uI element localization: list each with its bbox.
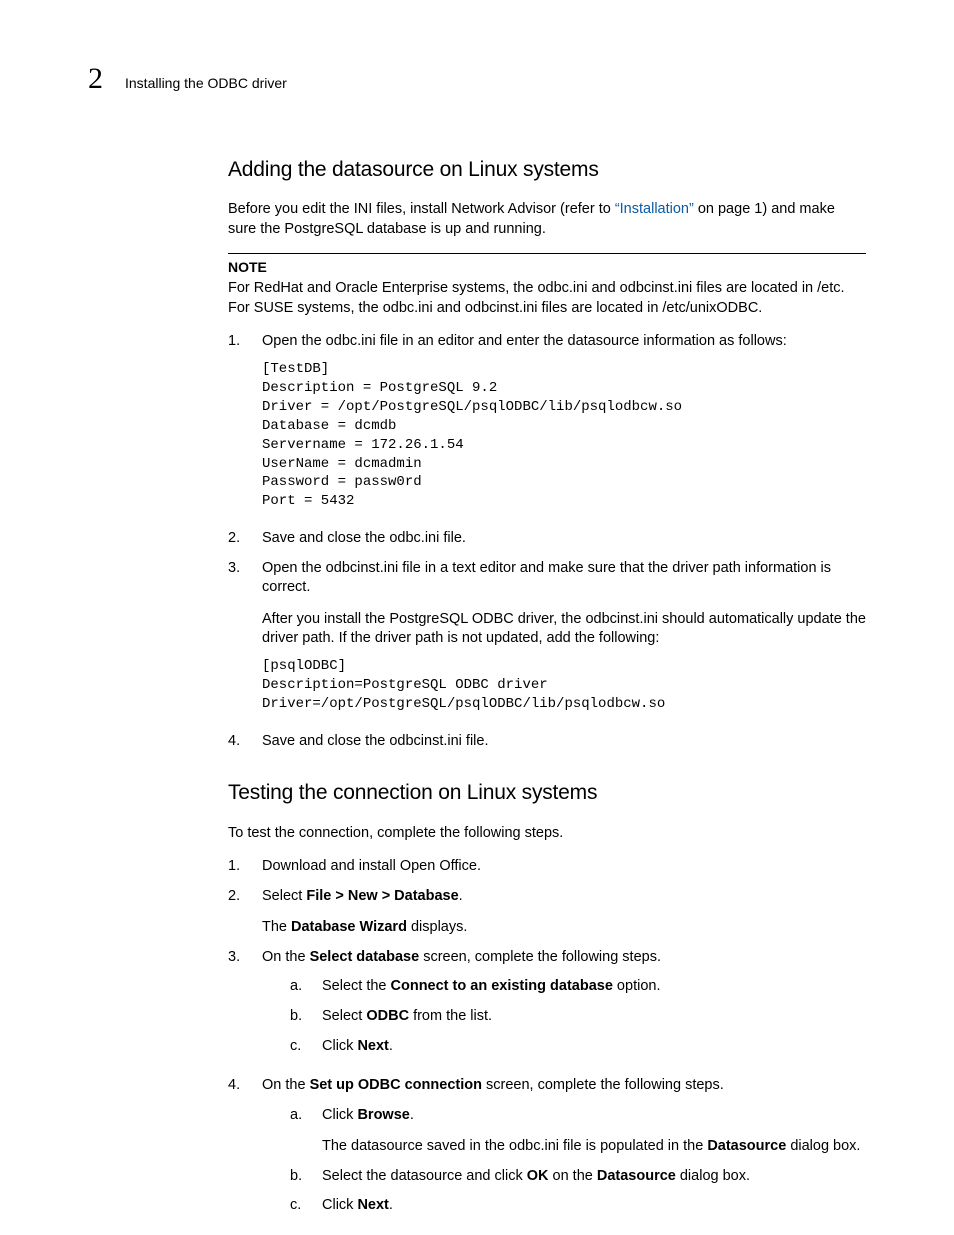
list-item: b. Select the datasource and click OK on… — [290, 1167, 866, 1187]
code-block-odbc-ini: [TestDB] Description = PostgreSQL 9.2 Dr… — [262, 360, 866, 511]
list-item: 2. Select File > New > Database. The Dat… — [228, 887, 866, 938]
text: dialog box. — [676, 1168, 750, 1184]
text: screen, complete the following steps. — [482, 1077, 724, 1093]
list-item: 4. On the Set up ODBC connection screen,… — [228, 1076, 866, 1226]
text: Click — [322, 1197, 357, 1213]
text: On the — [262, 1077, 310, 1093]
step-number: 4. — [228, 732, 248, 752]
running-header: 2 Installing the ODBC driver — [88, 62, 866, 96]
list-item: a. Select the Connect to an existing dat… — [290, 977, 866, 997]
step-text: Save and close the odbcinst.ini file. — [262, 733, 489, 749]
text: Before you edit the INI files, install N… — [228, 201, 615, 217]
text: . — [410, 1107, 414, 1123]
list-item: a. Click Browse. The datasource saved in… — [290, 1106, 866, 1157]
text: displays. — [407, 919, 467, 935]
steps-list-2: 1. Download and install Open Office. 2. … — [228, 857, 866, 1226]
step-number: 4. — [228, 1076, 248, 1226]
text: Select the — [322, 978, 391, 994]
bold-text: Datasource — [707, 1138, 786, 1154]
text: option. — [613, 978, 661, 994]
code-block-odbcinst-ini: [psqlODBC] Description=PostgreSQL ODBC d… — [262, 657, 866, 714]
list-item: c. Click Next. — [290, 1037, 866, 1057]
text: on the — [548, 1168, 596, 1184]
bold-text: Select database — [310, 949, 420, 965]
running-title: Installing the ODBC driver — [125, 75, 287, 91]
text: Click — [322, 1107, 357, 1123]
steps-list-1: 1. Open the odbc.ini file in an editor a… — [228, 332, 866, 751]
substep-letter: a. — [290, 977, 308, 997]
text: On the — [262, 949, 310, 965]
text: screen, complete the following steps. — [419, 949, 661, 965]
bold-text: Next — [357, 1038, 388, 1054]
step-number: 1. — [228, 857, 248, 877]
list-item: 2. Save and close the odbc.ini file. — [228, 529, 866, 549]
bold-text: Browse — [357, 1107, 409, 1123]
list-item: 1. Download and install Open Office. — [228, 857, 866, 877]
step-text: Save and close the odbc.ini file. — [262, 530, 466, 546]
bold-text: Set up ODBC connection — [310, 1077, 482, 1093]
text: The — [262, 919, 291, 935]
bold-text: ODBC — [366, 1008, 409, 1024]
text: . — [389, 1197, 393, 1213]
step-number: 2. — [228, 529, 248, 549]
intro-paragraph: Before you edit the INI files, install N… — [228, 200, 866, 239]
installation-link[interactable]: “Installation” — [615, 201, 694, 217]
note-body: For RedHat and Oracle Enterprise systems… — [228, 279, 866, 318]
page: 2 Installing the ODBC driver Adding the … — [0, 0, 954, 1226]
bold-text: Connect to an existing database — [391, 978, 613, 994]
list-item: 3. On the Select database screen, comple… — [228, 948, 866, 1066]
step-number: 3. — [228, 559, 248, 722]
substep-letter: c. — [290, 1196, 308, 1216]
text: Select — [262, 888, 306, 904]
step-number: 1. — [228, 332, 248, 519]
step-subtext: After you install the PostgreSQL ODBC dr… — [262, 610, 866, 649]
heading-adding-datasource: Adding the datasource on Linux systems — [228, 156, 866, 184]
bold-text: File > New > Database — [306, 888, 458, 904]
step-text: Open the odbcinst.ini file in a text edi… — [262, 560, 831, 596]
bold-text: Database Wizard — [291, 919, 407, 935]
text: The datasource saved in the odbc.ini fil… — [322, 1138, 707, 1154]
substep-letter: b. — [290, 1007, 308, 1027]
step-text: Open the odbc.ini file in an editor and … — [262, 333, 787, 349]
step-number: 2. — [228, 887, 248, 938]
text: . — [389, 1038, 393, 1054]
step-subtext: The datasource saved in the odbc.ini fil… — [322, 1137, 866, 1157]
text: Select the datasource and click — [322, 1168, 527, 1184]
substep-letter: b. — [290, 1167, 308, 1187]
step-text: Download and install Open Office. — [262, 858, 481, 874]
text: Click — [322, 1038, 357, 1054]
note-rule — [228, 253, 866, 254]
sub-steps-list: a. Click Browse. The datasource saved in… — [290, 1106, 866, 1216]
bold-text: Next — [357, 1197, 388, 1213]
step-number: 3. — [228, 948, 248, 1066]
list-item: 4. Save and close the odbcinst.ini file. — [228, 732, 866, 752]
bold-text: Datasource — [597, 1168, 676, 1184]
sub-steps-list: a. Select the Connect to an existing dat… — [290, 977, 866, 1056]
intro-paragraph-2: To test the connection, complete the fol… — [228, 824, 866, 844]
text: from the list. — [409, 1008, 492, 1024]
bold-text: OK — [527, 1168, 549, 1184]
list-item: b. Select ODBC from the list. — [290, 1007, 866, 1027]
list-item: 3. Open the odbcinst.ini file in a text … — [228, 559, 866, 722]
substep-letter: a. — [290, 1106, 308, 1157]
note-label: NOTE — [228, 258, 866, 277]
main-content: Adding the datasource on Linux systems B… — [228, 156, 866, 1226]
text: dialog box. — [786, 1138, 860, 1154]
list-item: c. Click Next. — [290, 1196, 866, 1216]
list-item: 1. Open the odbc.ini file in an editor a… — [228, 332, 866, 519]
heading-testing-connection: Testing the connection on Linux systems — [228, 779, 866, 807]
text: . — [459, 888, 463, 904]
text: Select — [322, 1008, 366, 1024]
chapter-number: 2 — [88, 62, 103, 96]
substep-letter: c. — [290, 1037, 308, 1057]
step-subtext: The Database Wizard displays. — [262, 918, 866, 938]
